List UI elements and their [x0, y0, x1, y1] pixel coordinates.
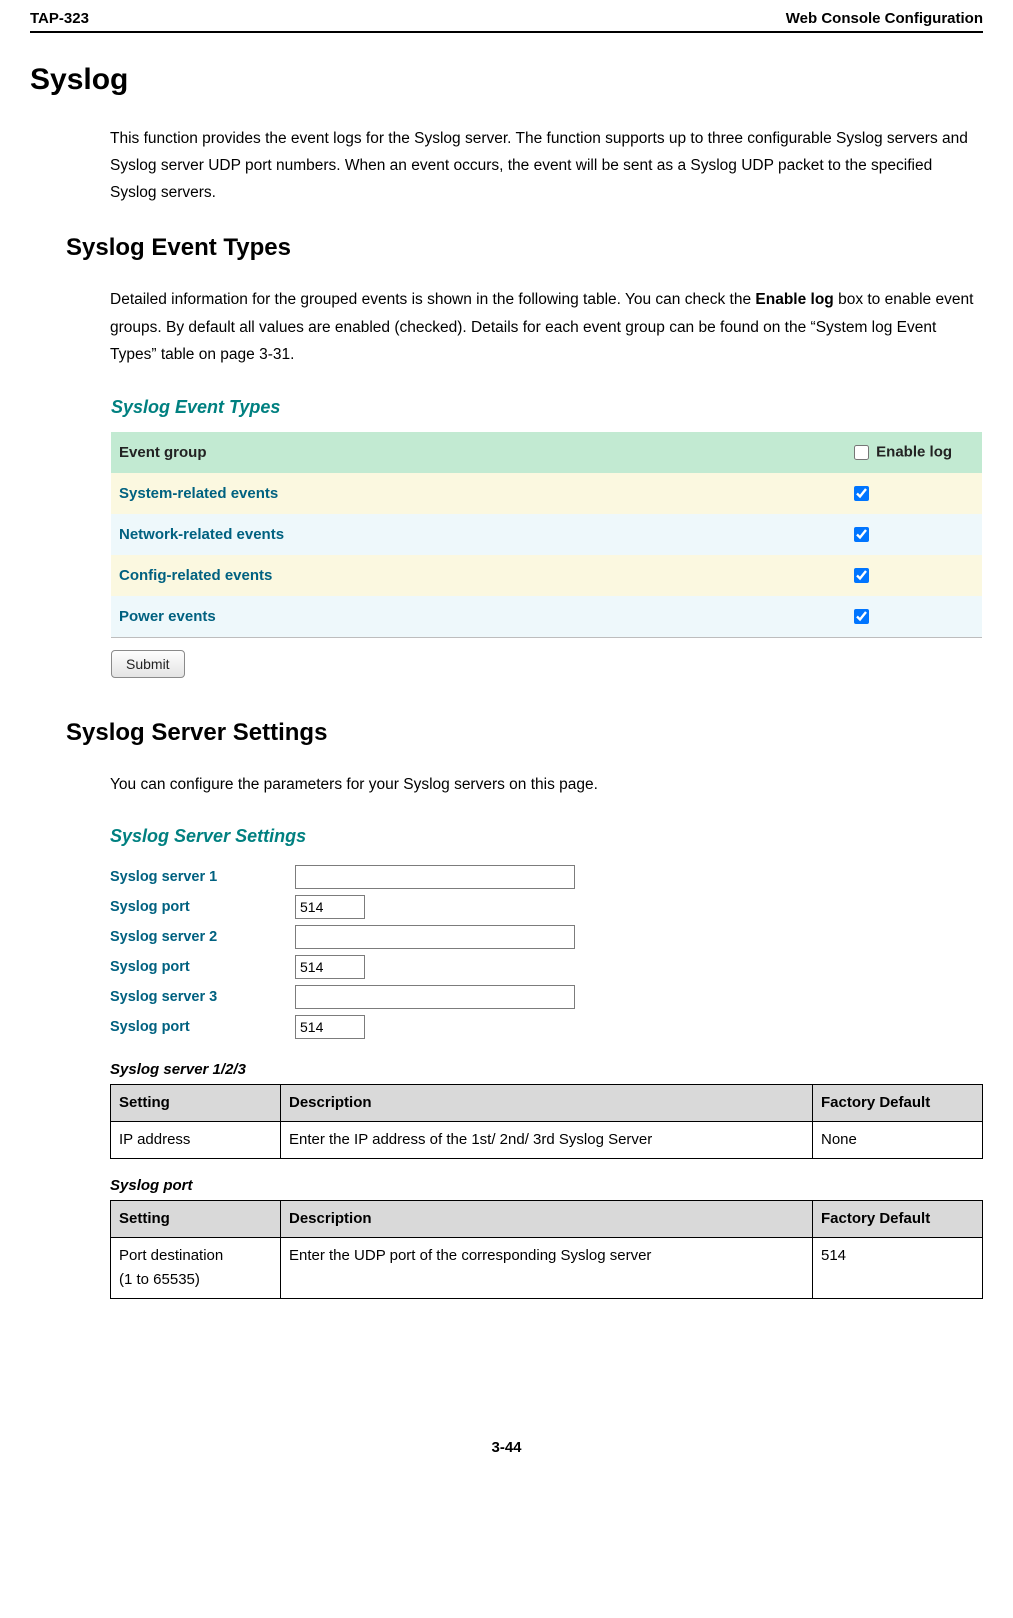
- td-description: Enter the UDP port of the corresponding …: [281, 1237, 813, 1298]
- input-syslog-server-3[interactable]: [295, 985, 575, 1009]
- event-types-paragraph: Detailed information for the grouped eve…: [110, 286, 983, 367]
- event-types-table: Event group Enable log System-related ev…: [111, 432, 982, 638]
- input-syslog-port-2[interactable]: [295, 955, 365, 979]
- label-syslog-port-1: Syslog port: [110, 899, 295, 915]
- intro-paragraph: This function provides the event logs fo…: [110, 125, 983, 206]
- table-caption-server: Syslog server 1/2/3: [110, 1061, 983, 1078]
- event-group-label: Config-related events: [111, 555, 842, 596]
- input-syslog-server-2[interactable]: [295, 925, 575, 949]
- doc-model: TAP-323: [30, 10, 89, 27]
- td-description: Enter the IP address of the 1st/ 2nd/ 3r…: [281, 1121, 813, 1158]
- server-settings-paragraph: You can configure the parameters for you…: [110, 771, 983, 798]
- enable-log-checkbox[interactable]: [854, 527, 869, 542]
- td-setting: IP address: [111, 1121, 281, 1158]
- th-description: Description: [281, 1200, 813, 1237]
- td-default: None: [813, 1121, 983, 1158]
- th-description: Description: [281, 1084, 813, 1121]
- panel-title-event-types: Syslog Event Types: [111, 397, 982, 418]
- doc-section: Web Console Configuration: [786, 10, 983, 27]
- input-syslog-port-3[interactable]: [295, 1015, 365, 1039]
- submit-button[interactable]: Submit: [111, 650, 185, 678]
- event-group-label: Network-related events: [111, 514, 842, 555]
- table-syslog-server: Setting Description Factory Default IP a…: [110, 1084, 983, 1159]
- page-title: Syslog: [30, 63, 983, 97]
- page-number: 3-44: [30, 1439, 983, 1456]
- panel-syslog-event-types: Syslog Event Types Event group Enable lo…: [110, 396, 983, 679]
- enable-log-checkbox[interactable]: [854, 568, 869, 583]
- td-default: 514: [813, 1237, 983, 1298]
- th-setting: Setting: [111, 1084, 281, 1121]
- table-syslog-port: Setting Description Factory Default Port…: [110, 1200, 983, 1299]
- th-factory-default: Factory Default: [813, 1200, 983, 1237]
- label-syslog-server-1: Syslog server 1: [110, 869, 295, 885]
- input-syslog-server-1[interactable]: [295, 865, 575, 889]
- label-syslog-port-3: Syslog port: [110, 1019, 295, 1035]
- panel-syslog-server-settings: Syslog Server Settings Syslog server 1 S…: [110, 826, 983, 1039]
- td-setting: Port destination (1 to 65535): [111, 1237, 281, 1298]
- input-syslog-port-1[interactable]: [295, 895, 365, 919]
- label-syslog-server-3: Syslog server 3: [110, 989, 295, 1005]
- event-group-label: Power events: [111, 596, 842, 638]
- header-rule: [30, 31, 983, 33]
- table-caption-port: Syslog port: [110, 1177, 983, 1194]
- heading-server-settings: Syslog Server Settings: [66, 719, 983, 747]
- label-syslog-port-2: Syslog port: [110, 959, 295, 975]
- event-group-label: System-related events: [111, 473, 842, 514]
- th-factory-default: Factory Default: [813, 1084, 983, 1121]
- th-setting: Setting: [111, 1200, 281, 1237]
- col-enable-log: Enable log: [842, 432, 982, 473]
- col-event-group: Event group: [111, 432, 842, 473]
- enable-log-checkbox[interactable]: [854, 486, 869, 501]
- label-syslog-server-2: Syslog server 2: [110, 929, 295, 945]
- enable-log-checkbox[interactable]: [854, 609, 869, 624]
- panel-title-server-settings: Syslog Server Settings: [110, 826, 983, 847]
- enable-log-master-checkbox[interactable]: [854, 445, 869, 460]
- heading-event-types: Syslog Event Types: [66, 234, 983, 262]
